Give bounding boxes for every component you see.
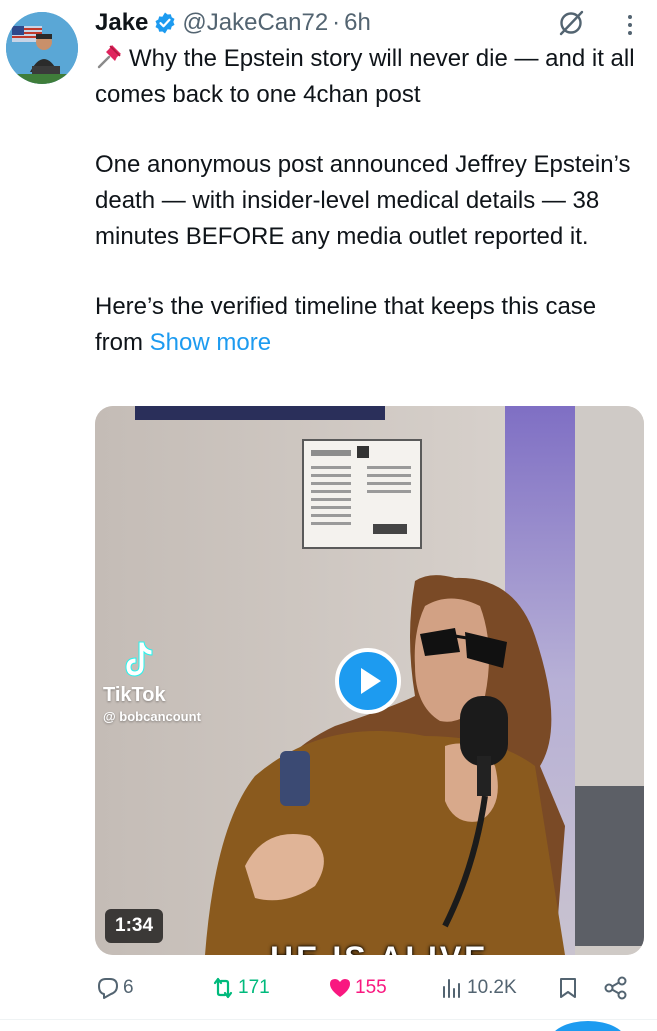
views-button[interactable]: 10.2K — [439, 970, 517, 1006]
compose-button[interactable] — [550, 1021, 626, 1031]
tweet-actions: 6 171 155 10.2K — [95, 970, 645, 1006]
like-count: 155 — [355, 977, 387, 998]
tiktok-logo-icon — [125, 641, 153, 677]
share-button[interactable] — [603, 970, 629, 1006]
views-icon — [443, 979, 460, 998]
tweet-paragraph-2: One anonymous post announced Jeffrey Eps… — [95, 151, 631, 250]
reply-count: 6 — [123, 977, 134, 998]
tiktok-app-name: TikTok — [103, 684, 166, 706]
reply-icon — [98, 978, 118, 999]
video-caption: HE IS ALIVE — [270, 940, 489, 955]
display-name[interactable]: Jake — [95, 9, 148, 37]
timestamp[interactable]: 6h — [344, 9, 371, 37]
tweet-divider — [0, 1019, 657, 1020]
pushpin-icon — [95, 42, 125, 70]
avatar[interactable] — [6, 12, 78, 84]
show-more-link[interactable]: Show more — [150, 329, 271, 356]
author-handle[interactable]: @JakeCan72 — [182, 9, 328, 37]
tweet-text: Why the Epstein story will never die — a… — [95, 41, 645, 361]
video-duration: 1:34 — [105, 909, 164, 943]
repost-count: 171 — [238, 977, 270, 998]
play-icon — [361, 668, 381, 694]
video-player[interactable]: TikTok @ bobcancount 1:34 HE IS ALIVE — [95, 406, 644, 955]
tiktok-username: @ bobcancount — [103, 709, 201, 724]
grok-icon[interactable] — [556, 8, 586, 38]
views-count: 10.2K — [467, 977, 517, 998]
separator-dot: · — [332, 9, 341, 36]
tweet-card[interactable]: Jake @JakeCan72 · 6h Why the Epstein sto… — [0, 0, 657, 1031]
tweet-line-1: Why the Epstein story will never die — a… — [95, 45, 635, 108]
more-icon[interactable] — [620, 10, 640, 40]
play-button[interactable] — [335, 648, 401, 714]
repost-button[interactable]: 171 — [210, 970, 270, 1006]
like-icon — [330, 979, 350, 997]
bookmark-button[interactable] — [555, 970, 581, 1006]
bookmark-icon — [560, 978, 576, 998]
tweet-paragraph-1: Why the Epstein story will never die — a… — [95, 41, 645, 113]
verified-badge-icon — [153, 11, 177, 35]
tweet-paragraph-3: Here’s the verified timeline that keeps … — [95, 289, 645, 361]
tiktok-watermark: TikTok @ bobcancount — [103, 638, 201, 724]
tweet-header: Jake @JakeCan72 · 6h — [95, 6, 371, 40]
reply-button[interactable]: 6 — [95, 970, 134, 1006]
repost-icon — [213, 977, 233, 999]
share-icon — [604, 976, 627, 1000]
like-button[interactable]: 155 — [327, 970, 387, 1006]
